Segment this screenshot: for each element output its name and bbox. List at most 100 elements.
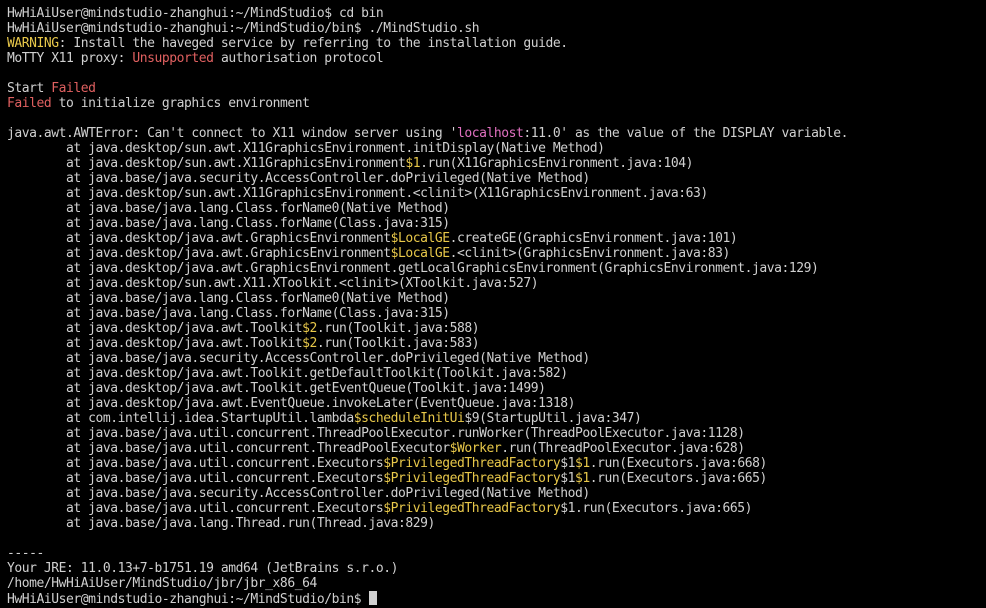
terminal-line: at java.desktop/java.awt.Toolkit.getEven… [7, 381, 546, 396]
terminal-text-segment: at java.base/java.lang.Thread.run(Thread… [7, 516, 435, 531]
terminal-text-segment: at java.base/java.lang.Class.forName(Cla… [7, 216, 450, 231]
terminal-line: Failed to initialize graphics environmen… [7, 96, 310, 111]
terminal-text-segment: $1 [575, 456, 590, 471]
terminal-line: at java.base/java.lang.Thread.run(Thread… [7, 516, 435, 531]
terminal-line: Start Failed [7, 81, 96, 96]
terminal-text-segment: at java.base/java.util.concurrent.Thread… [7, 441, 450, 456]
terminal-text-segment: $1.run(Executors.java:665) [560, 501, 753, 516]
terminal-text-segment: at java.desktop/java.awt.GraphicsEnviron… [7, 231, 391, 246]
terminal-text-segment: .run(Toolkit.java:583) [316, 336, 480, 351]
terminal-text-segment: at java.base/java.security.AccessControl… [7, 351, 590, 366]
terminal-text-segment: at java.desktop/java.awt.Toolkit.getDefa… [7, 366, 568, 381]
terminal-line: at java.base/java.util.concurrent.Execut… [7, 456, 767, 471]
terminal-text-segment: localhost [456, 126, 524, 141]
terminal-line: HwHiAiUser@mindstudio-zhanghui:~/MindStu… [7, 591, 378, 607]
terminal-line: at java.base/java.lang.Class.forName0(Na… [7, 201, 450, 216]
terminal-text-segment: at java.desktop/sun.awt.X11.XToolkit.<cl… [7, 276, 539, 291]
terminal-text-segment: at java.desktop/java.awt.Toolkit [7, 321, 303, 336]
terminal-text-segment: at java.base/java.util.concurrent.Execut… [7, 501, 384, 516]
terminal-text-segment: :11.0' as the value of the DISPLAY varia… [523, 126, 848, 141]
terminal-line: at java.desktop/sun.awt.X11GraphicsEnvir… [7, 141, 605, 156]
terminal-text-segment: .run(ThreadPoolExecutor.java:628) [501, 441, 745, 456]
terminal-text-segment: .<clinit>(GraphicsEnvironment.java:83) [449, 246, 731, 261]
terminal-line: HwHiAiUser@mindstudio-zhanghui:~/MindStu… [7, 6, 384, 21]
terminal-text-segment: .run(Toolkit.java:588) [316, 321, 480, 336]
terminal-line: at java.desktop/sun.awt.X11GraphicsEnvir… [7, 156, 693, 171]
terminal-line: at java.base/java.lang.Class.forName(Cla… [7, 306, 450, 321]
terminal-text-segment: Start [7, 81, 52, 96]
terminal-text-segment: authorisation protocol [213, 51, 384, 66]
terminal-line: at java.desktop/java.awt.GraphicsEnviron… [7, 261, 819, 276]
terminal-text-segment: Your JRE: 11.0.13+7-b1751.19 amd64 (JetB… [7, 561, 398, 576]
terminal-text-segment: .run(Executors.java:668) [589, 456, 767, 471]
terminal-text-segment: at java.desktop/java.awt.EventQueue.invo… [7, 396, 576, 411]
terminal-text-segment: Failed [51, 81, 96, 96]
terminal-line: at java.base/java.security.AccessControl… [7, 351, 590, 366]
terminal-text-segment: $2 [302, 336, 317, 351]
terminal-text-segment: $1 [405, 156, 421, 171]
terminal-text-segment: $9(StartupUtil.java:347) [464, 411, 642, 426]
terminal-text-segment: at java.desktop/java.awt.GraphicsEnviron… [7, 246, 391, 261]
terminal-line: ----- [7, 546, 44, 561]
terminal-text-segment: .run(X11GraphicsEnvironment.java:104) [420, 156, 694, 171]
terminal-text-segment: $LocalGE [390, 231, 450, 246]
terminal-line: at com.intellij.idea.StartupUtil.lambda$… [7, 411, 642, 426]
terminal-text-segment: HwHiAiUser@mindstudio-zhanghui:~/MindStu… [7, 6, 384, 21]
terminal-line: at java.desktop/java.awt.Toolkit$2.run(T… [7, 321, 480, 336]
terminal-text-segment: $1 [560, 471, 576, 486]
terminal-text-segment: at java.base/java.security.AccessControl… [7, 171, 590, 186]
terminal-text-segment: /home/HwHiAiUser/MindStudio/jbr/jbr_x86_… [7, 576, 317, 591]
terminal-line: at java.desktop/sun.awt.X11.XToolkit.<cl… [7, 276, 539, 291]
terminal-line: MoTTY X11 proxy: Unsupported authorisati… [7, 51, 384, 66]
terminal-line: at java.base/java.util.concurrent.Thread… [7, 426, 745, 441]
terminal-line: at java.base/java.util.concurrent.Thread… [7, 441, 745, 456]
terminal-text-segment: at java.desktop/sun.awt.X11GraphicsEnvir… [7, 141, 605, 156]
terminal-line: java.awt.AWTError: Can't connect to X11 … [7, 126, 848, 141]
terminal-text-segment: $1 [560, 456, 576, 471]
terminal-line: Your JRE: 11.0.13+7-b1751.19 amd64 (JetB… [7, 561, 398, 576]
terminal-line: at java.base/java.util.concurrent.Execut… [7, 471, 767, 486]
terminal-line: at java.desktop/sun.awt.X11GraphicsEnvir… [7, 186, 708, 201]
terminal-text-segment: at java.desktop/java.awt.GraphicsEnviron… [7, 261, 819, 276]
terminal-text-segment: WARNING [7, 36, 59, 51]
terminal-text-segment: at java.desktop/sun.awt.X11GraphicsEnvir… [7, 186, 708, 201]
terminal-text-segment: at java.base/java.security.AccessControl… [7, 486, 590, 501]
terminal-text-segment: to initialize graphics environment [51, 96, 310, 111]
terminal-line: at java.desktop/java.awt.GraphicsEnviron… [7, 231, 738, 246]
terminal-text-segment: at java.base/java.util.concurrent.Execut… [7, 456, 384, 471]
terminal-text-segment: HwHiAiUser@mindstudio-zhanghui:~/MindStu… [7, 592, 369, 607]
terminal-line: at java.desktop/java.awt.GraphicsEnviron… [7, 246, 730, 261]
terminal-text-segment: ----- [7, 546, 44, 561]
terminal-cursor [369, 591, 378, 605]
terminal-text-segment: at com.intellij.idea.StartupUtil.lambda [7, 411, 354, 426]
terminal-text-segment: MoTTY X11 proxy: [7, 51, 133, 66]
terminal-text-segment: $2 [302, 321, 317, 336]
terminal-text-segment: Failed [7, 96, 52, 111]
terminal-text-segment: at java.desktop/sun.awt.X11GraphicsEnvir… [7, 156, 406, 171]
terminal-text-segment: at java.base/java.lang.Class.forName0(Na… [7, 201, 450, 216]
terminal-text-segment: $PrivilegedThreadFactory [383, 501, 561, 516]
terminal-line: at java.base/java.lang.Class.forName(Cla… [7, 216, 450, 231]
terminal-text-segment: $1 [575, 471, 590, 486]
terminal-text-segment: java.awt.AWTError: Can't connect to X11 … [7, 126, 457, 141]
terminal-line: at java.desktop/java.awt.Toolkit.getDefa… [7, 366, 568, 381]
terminal-text-segment: at java.base/java.lang.Class.forName0(Na… [7, 291, 450, 306]
terminal-text-segment: Unsupported [132, 51, 214, 66]
terminal-text-segment: at java.base/java.lang.Class.forName(Cla… [7, 306, 450, 321]
terminal-text-segment: $PrivilegedThreadFactory [383, 471, 561, 486]
terminal-text-segment: .run(Executors.java:665) [589, 471, 767, 486]
terminal-line: HwHiAiUser@mindstudio-zhanghui:~/MindStu… [7, 21, 480, 36]
terminal-line: at java.base/java.lang.Class.forName0(Na… [7, 291, 450, 306]
terminal-line: WARNING: Install the haveged service by … [7, 36, 568, 51]
terminal-text-segment: at java.base/java.util.concurrent.Thread… [7, 426, 745, 441]
terminal-line: at java.base/java.util.concurrent.Execut… [7, 501, 753, 516]
terminal-line: at java.base/java.security.AccessControl… [7, 171, 590, 186]
terminal-line: at java.desktop/java.awt.EventQueue.invo… [7, 396, 575, 411]
terminal-window[interactable]: HwHiAiUser@mindstudio-zhanghui:~/MindStu… [0, 0, 986, 608]
terminal-text-segment: $Worker [449, 441, 502, 456]
terminal-text-segment: : Install the haveged service by referri… [58, 36, 568, 51]
terminal-line: at java.desktop/java.awt.Toolkit$2.run(T… [7, 336, 480, 351]
terminal-line: /home/HwHiAiUser/MindStudio/jbr/jbr_x86_… [7, 576, 317, 591]
terminal-text-segment: $scheduleInitUi [353, 411, 465, 426]
terminal-text-segment: HwHiAiUser@mindstudio-zhanghui:~/MindStu… [7, 21, 480, 36]
